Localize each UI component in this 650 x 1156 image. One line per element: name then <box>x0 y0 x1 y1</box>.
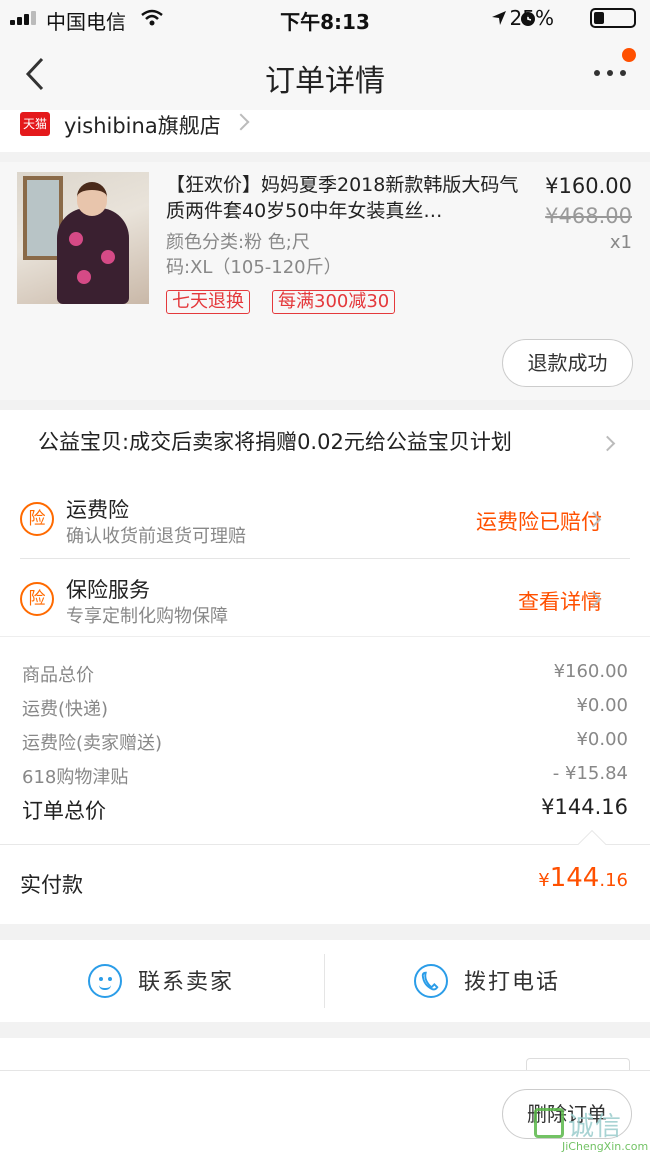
insurance-title: 运费险 <box>66 498 129 522</box>
shop-header[interactable]: 天猫 yishibina旗舰店 <box>0 110 650 152</box>
insurance-section: 险 运费险 确认收货前退货可理赔 运费险已赔付 险 保险服务 专享定制化购物保障… <box>0 478 650 636</box>
sku-line: 码:XL（105-120斤） <box>166 257 342 278</box>
insurance-subtitle: 专享定制化购物保障 <box>66 606 228 627</box>
summary-row: 商品总价 ¥160.00 <box>20 661 630 691</box>
summary-value: ¥0.00 <box>576 729 628 750</box>
chevron-right-icon <box>599 435 616 452</box>
watermark-logo-icon <box>534 1108 564 1138</box>
summary-row: 运费险(卖家赠送) ¥0.00 <box>20 729 630 759</box>
watermark: 诚信 JiChengXin.com <box>532 1106 650 1156</box>
page-title: 订单详情 <box>265 64 385 99</box>
actual-paid-label: 实付款 <box>20 873 83 897</box>
charity-row[interactable]: 公益宝贝:成交后卖家将捐赠0.02元给公益宝贝计划 <box>0 410 650 478</box>
product-image <box>17 172 149 304</box>
insurance-icon: 险 <box>20 582 54 616</box>
contact-seller-label: 联系卖家 <box>138 970 235 995</box>
watermark-text: 诚信 <box>568 1112 623 1142</box>
order-total-row: 订单总价 ¥144.16 <box>20 795 630 825</box>
chevron-right-icon <box>232 113 250 131</box>
product-price: ¥160.00 <box>545 174 632 198</box>
contact-bar: 联系卖家 拨打电话 <box>0 940 650 1022</box>
notification-dot <box>622 48 636 62</box>
divider <box>20 558 630 559</box>
actual-paid-value: ¥144.16 <box>538 863 628 893</box>
status-bar: 中国电信 下午8:13 25% <box>0 0 650 36</box>
order-total-label: 订单总价 <box>22 799 106 823</box>
watermark-url: JiChengXin.com <box>562 1140 649 1153</box>
summary-value: ¥160.00 <box>553 661 628 682</box>
refund-status-button[interactable]: 退款成功 <box>502 339 633 387</box>
summary-value: - ¥15.84 <box>552 763 628 784</box>
paid-integer: 144 <box>549 863 600 893</box>
sku-line: 颜色分类:粉 色;尺 <box>166 232 310 253</box>
phone-icon <box>414 964 448 998</box>
quantity: x1 <box>609 232 632 253</box>
insurance-subtitle: 确认收货前退货可理赔 <box>66 526 246 547</box>
insurance-title: 保险服务 <box>66 578 150 602</box>
summary-row: 运费(快递) ¥0.00 <box>20 695 630 725</box>
product-title: 【狂欢价】妈妈夏季2018新款韩版大码气质两件套40岁50中年女装真丝… <box>166 174 519 222</box>
tmall-icon: 天猫 <box>20 112 50 136</box>
summary-label: 商品总价 <box>22 665 94 686</box>
order-total-value: ¥144.16 <box>541 795 628 819</box>
shop-name: yishibina旗舰店 <box>64 114 221 138</box>
actual-paid-row: 实付款 ¥144.16 <box>0 829 650 924</box>
call-label: 拨打电话 <box>464 970 561 995</box>
currency-symbol: ¥ <box>538 870 550 891</box>
tag-return: 七天退换 <box>166 290 250 314</box>
product-sku: 颜色分类:粉 色;尺 码:XL（105-120斤） <box>166 230 522 280</box>
price-summary: 商品总价 ¥160.00 运费(快递) ¥0.00 运费险(卖家赠送) ¥0.0… <box>0 636 650 844</box>
insurance-icon: 险 <box>20 502 54 536</box>
summary-value: ¥0.00 <box>576 695 628 716</box>
nav-bar: 订单详情 <box>0 36 650 110</box>
original-price: ¥468.00 <box>545 204 632 228</box>
summary-label: 运费险(卖家赠送) <box>22 733 163 754</box>
summary-label: 运费(快递) <box>22 699 109 720</box>
summary-row: 618购物津贴 - ¥15.84 <box>20 763 630 793</box>
tag-discount: 每满300减30 <box>272 290 396 314</box>
call-button[interactable]: 拨打电话 <box>326 940 650 1022</box>
product-card[interactable]: 【狂欢价】妈妈夏季2018新款韩版大码气质两件套40岁50中年女装真丝… 颜色分… <box>0 162 650 400</box>
location-icon <box>492 11 506 25</box>
contact-seller-button[interactable]: 联系卖家 <box>0 940 325 1022</box>
more-icon[interactable] <box>594 66 628 80</box>
chat-icon <box>88 964 122 998</box>
paid-decimal: .16 <box>599 870 628 891</box>
charity-text: 公益宝贝:成交后卖家将捐赠0.02元给公益宝贝计划 <box>38 430 512 454</box>
battery-percent: 25% <box>509 6 554 30</box>
battery-icon <box>590 8 636 28</box>
summary-label: 618购物津贴 <box>22 767 129 788</box>
freight-insurance-link[interactable]: 运费险已赔付 <box>476 506 602 536</box>
divider <box>324 954 325 1008</box>
